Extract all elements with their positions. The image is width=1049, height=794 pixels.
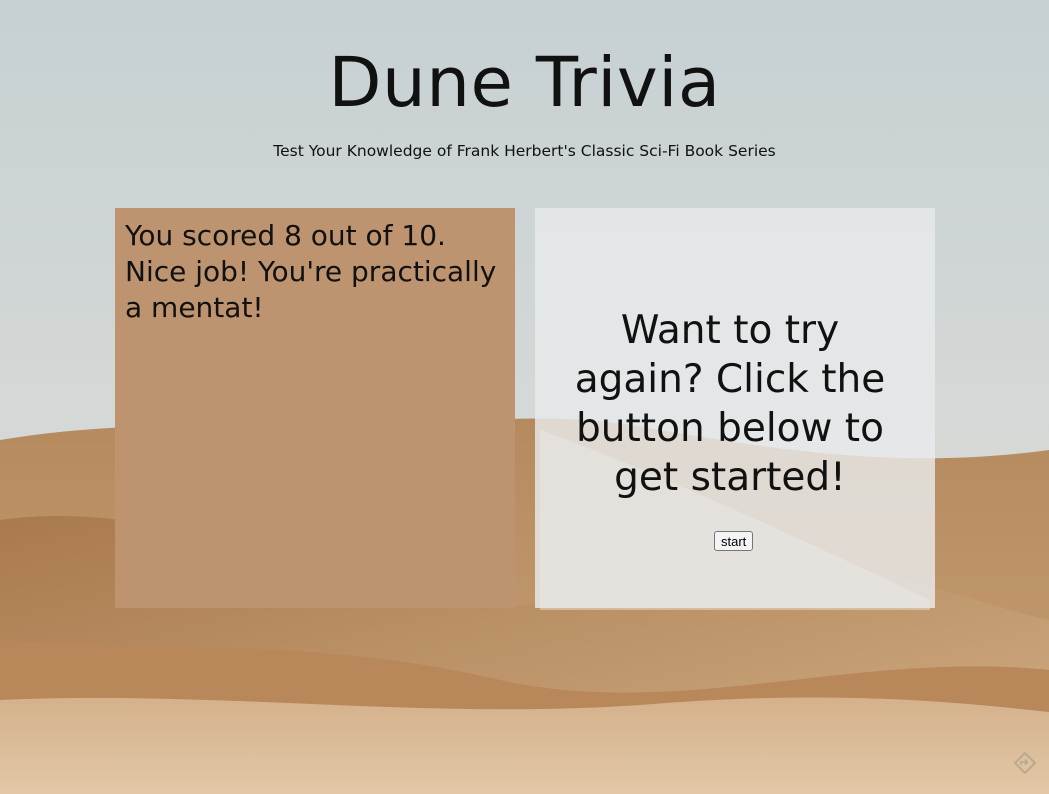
retry-panel: Want to try again? Click the button belo… [535, 208, 935, 608]
diamond-arrow-icon[interactable] [1014, 752, 1036, 774]
start-button[interactable]: start [714, 531, 754, 551]
retry-prompt: Want to try again? Click the button belo… [574, 308, 886, 500]
trivia-page: Dune Trivia Test Your Knowledge of Frank… [0, 0, 1049, 794]
page-title: Dune Trivia [328, 43, 721, 123]
score-message: You scored 8 out of 10. Nice job! You're… [125, 219, 497, 324]
page-subtitle: Test Your Knowledge of Frank Herbert's C… [273, 142, 776, 160]
score-panel: You scored 8 out of 10. Nice job! You're… [115, 208, 515, 608]
